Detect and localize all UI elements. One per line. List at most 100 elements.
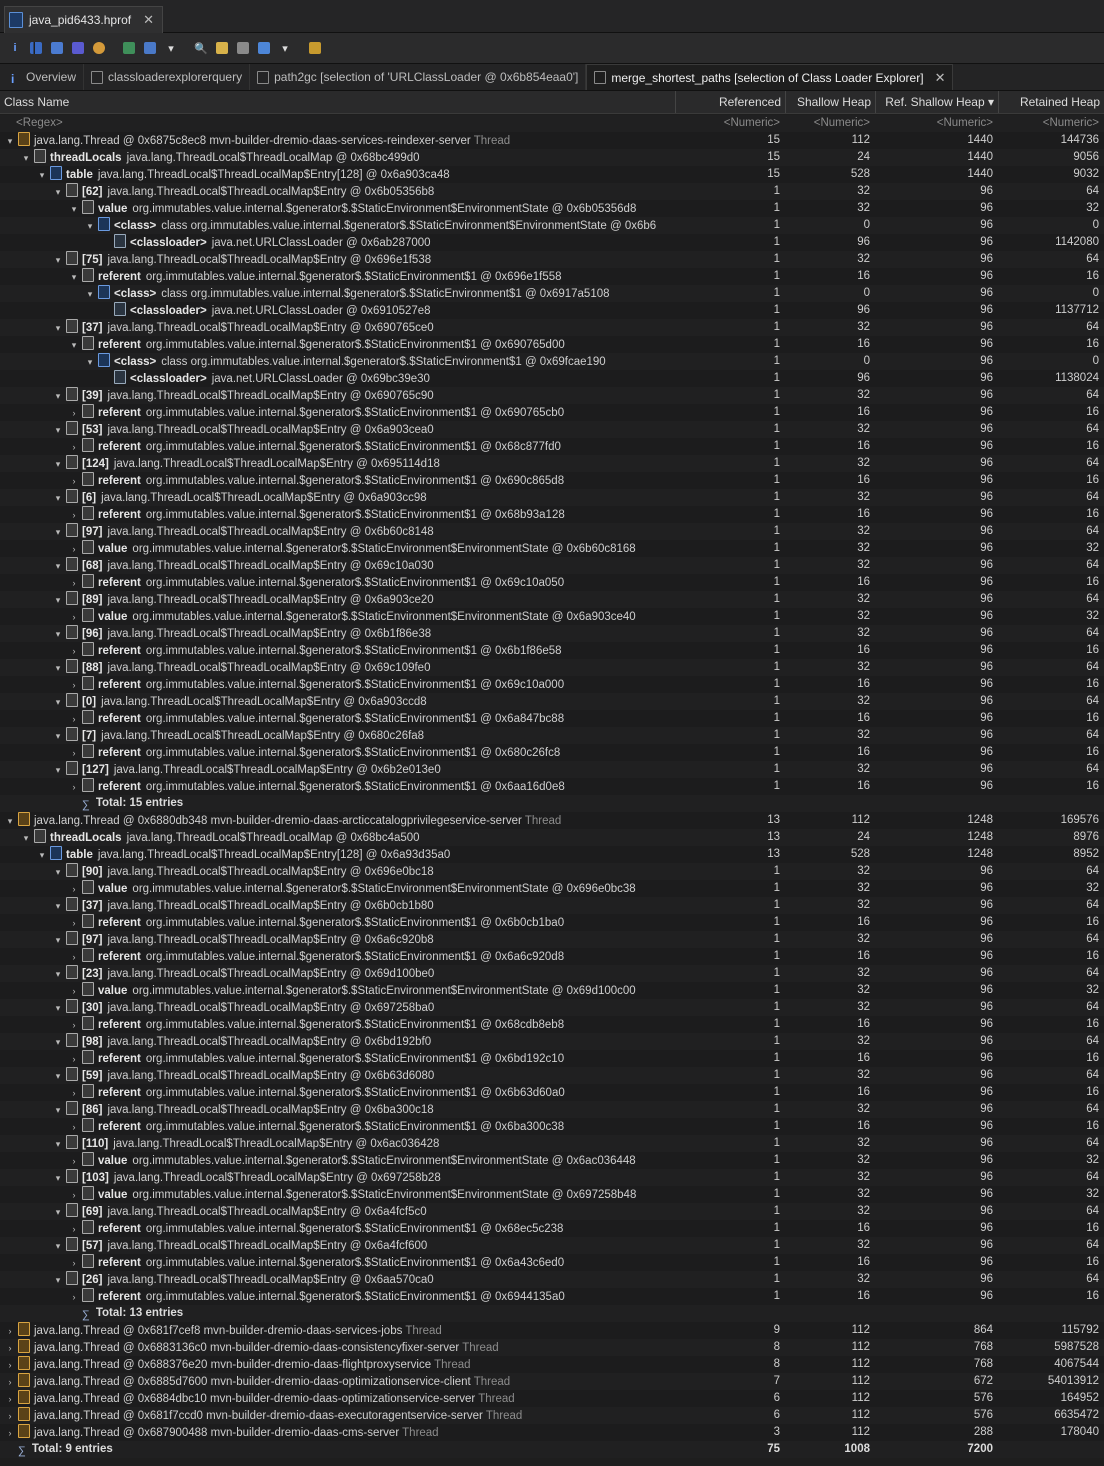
histogram-icon[interactable] (27, 39, 45, 57)
expand-down-icon[interactable]: ▾ (52, 728, 64, 744)
expand-down-icon[interactable]: ▾ (52, 1000, 64, 1016)
tree-row[interactable]: ▾ <class> class org.immutables.value.inter… (0, 217, 1104, 234)
tree-row[interactable]: ▾ [30] java.lang.ThreadLocal$ThreadLocalMa… (0, 999, 1104, 1016)
column-ref-shallow-heap[interactable]: Ref. Shallow Heap ▾ (875, 91, 998, 113)
tree-row[interactable]: › referent org.immutables.value.internal.$… (0, 1016, 1104, 1033)
tree-row[interactable]: ▾ [59] java.lang.ThreadLocal$ThreadLocalMa… (0, 1067, 1104, 1084)
tree-row[interactable]: › value org.immutables.value.internal.$gen… (0, 608, 1104, 625)
expand-down-icon[interactable]: ▾ (52, 762, 64, 778)
filter-row[interactable]: <Regex> <Numeric> <Numeric> <Numeric> <Numer… (0, 115, 1104, 132)
tree-row[interactable]: ▾ [26] java.lang.ThreadLocal$ThreadLocalMa… (0, 1271, 1104, 1288)
tree-row[interactable]: › java.lang.Thread @ 0x687900488 mvn-buil… (0, 1424, 1104, 1441)
expand-down-icon[interactable]: ▾ (52, 1204, 64, 1220)
tree-row[interactable]: › value org.immutables.value.internal.$gen… (0, 540, 1104, 557)
tree-row[interactable]: › java.lang.Thread @ 0x688376e20 mvn-buil… (0, 1356, 1104, 1373)
expand-down-icon[interactable]: ▾ (36, 847, 48, 863)
expand-right-icon[interactable]: › (68, 1051, 80, 1067)
tree-row[interactable]: › java.lang.Thread @ 0x681f7ccd0 mvn-buil… (0, 1407, 1104, 1424)
expand-down-icon[interactable]: ▾ (52, 490, 64, 506)
expand-down-icon[interactable]: ▾ (52, 252, 64, 268)
expand-down-icon[interactable]: ▾ (52, 592, 64, 608)
expand-down-icon[interactable]: ▾ (52, 694, 64, 710)
tree-row[interactable]: ▾ [127] java.lang.ThreadLocal$ThreadLocalM… (0, 761, 1104, 778)
tree-row[interactable]: › referent org.immutables.value.internal.$… (0, 1118, 1104, 1135)
expand-right-icon[interactable]: › (68, 949, 80, 965)
total-row[interactable]: ∑ Total: 13 entries (0, 1305, 1104, 1322)
tab-overview[interactable]: i Overview (4, 64, 85, 90)
editor-tab-hprof[interactable]: java_pid6433.hprof ✕ (4, 6, 163, 33)
expand-down-icon[interactable]: ▾ (84, 218, 96, 234)
tree-row[interactable]: ▾ [96] java.lang.ThreadLocal$ThreadLocalMa… (0, 625, 1104, 642)
column-class-name[interactable]: Class Name (0, 91, 675, 113)
tree-row[interactable]: ▾ threadLocals java.lang.ThreadLocal$Threa… (0, 149, 1104, 166)
expand-down-icon[interactable]: ▾ (68, 201, 80, 217)
tree-row[interactable]: › referent org.immutables.value.internal.$… (0, 744, 1104, 761)
tree-row[interactable]: ▾ table java.lang.ThreadLocal$ThreadLocalM… (0, 846, 1104, 863)
expand-right-icon[interactable]: › (68, 1221, 80, 1237)
tree-row[interactable]: › referent org.immutables.value.internal.$… (0, 1288, 1104, 1305)
tab-merge-shortest-paths[interactable]: merge_shortest_paths [selection of Class… (586, 64, 954, 90)
expand-down-icon[interactable]: ▾ (84, 286, 96, 302)
expand-down-icon[interactable]: ▾ (36, 167, 48, 183)
expand-right-icon[interactable]: › (68, 1255, 80, 1271)
tree-row[interactable]: ▾ [6] java.lang.ThreadLocal$ThreadLocalMap… (0, 489, 1104, 506)
tree-row[interactable]: › java.lang.Thread @ 0x681f7cef8 mvn-buil… (0, 1322, 1104, 1339)
tree-row[interactable]: ▾ <class> class org.immutables.value.inter… (0, 353, 1104, 370)
expand-down-icon[interactable]: ▾ (4, 813, 16, 829)
tree-row[interactable]: › referent org.immutables.value.internal.$… (0, 1050, 1104, 1067)
expand-down-icon[interactable]: ▾ (52, 1170, 64, 1186)
tab-path2gc[interactable]: path2gc [selection of 'URLClassLoader @ … (250, 64, 587, 90)
tree-row[interactable]: › value org.immutables.value.internal.$gen… (0, 982, 1104, 999)
expand-right-icon[interactable]: › (68, 643, 80, 659)
tree-row[interactable]: ▾ [23] java.lang.ThreadLocal$ThreadLocalMa… (0, 965, 1104, 982)
tree-row[interactable]: › java.lang.Thread @ 0x6884dbc10 mvn-buil… (0, 1390, 1104, 1407)
tree-row[interactable]: ▾ [0] java.lang.ThreadLocal$ThreadLocalMap… (0, 693, 1104, 710)
tree-row[interactable]: ▾ referent org.immutables.value.internal.$… (0, 336, 1104, 353)
tree-row[interactable]: › value org.immutables.value.internal.$gen… (0, 880, 1104, 897)
expand-right-icon[interactable]: › (68, 677, 80, 693)
expand-down-icon[interactable]: ▾ (84, 354, 96, 370)
tree-row[interactable]: › referent org.immutables.value.internal.$… (0, 1220, 1104, 1237)
expand-right-icon[interactable]: › (68, 1119, 80, 1135)
expand-right-icon[interactable]: › (4, 1323, 16, 1339)
tree-row[interactable]: › referent org.immutables.value.internal.$… (0, 438, 1104, 455)
tree-row[interactable]: › referent org.immutables.value.internal.$… (0, 1084, 1104, 1101)
tree-row[interactable]: ▾ [39] java.lang.ThreadLocal$ThreadLocalMa… (0, 387, 1104, 404)
expand-right-icon[interactable]: › (68, 779, 80, 795)
tree-row[interactable]: › java.lang.Thread @ 0x6885d7600 mvn-buil… (0, 1373, 1104, 1390)
expand-right-icon[interactable]: › (68, 1153, 80, 1169)
expand-down-icon[interactable]: ▾ (52, 558, 64, 574)
info-icon[interactable]: i (6, 39, 24, 57)
expand-right-icon[interactable]: › (68, 473, 80, 489)
tree-row[interactable]: › referent org.immutables.value.internal.$… (0, 642, 1104, 659)
search-icon[interactable]: 🔍 (192, 39, 210, 57)
pin-icon[interactable] (306, 39, 324, 57)
thread-overview-icon[interactable] (90, 39, 108, 57)
export-icon[interactable] (255, 39, 273, 57)
expand-down-icon[interactable]: ▾ (4, 133, 16, 149)
tree-row[interactable]: ▾ [90] java.lang.ThreadLocal$ThreadLocalMa… (0, 863, 1104, 880)
tree-row[interactable]: › referent org.immutables.value.internal.$… (0, 914, 1104, 931)
expand-down-icon[interactable]: ▾ (52, 864, 64, 880)
expand-down-icon[interactable]: ▾ (52, 1068, 64, 1084)
expand-down-icon[interactable]: ▾ (68, 269, 80, 285)
expand-down-icon[interactable]: ▾ (52, 388, 64, 404)
total-row[interactable]: ∑ Total: 9 entries 75 1008 7200 (0, 1441, 1104, 1458)
expand-down-icon[interactable]: ▾ (52, 422, 64, 438)
tree-row[interactable]: ▾ [98] java.lang.ThreadLocal$ThreadLocalMa… (0, 1033, 1104, 1050)
expand-down-icon[interactable]: ▾ (52, 1272, 64, 1288)
expand-down-icon[interactable]: ▾ (52, 1136, 64, 1152)
expand-down-icon[interactable]: ▾ (52, 660, 64, 676)
tree-row[interactable]: <classloader> java.net.URLClassLoader @ 0… (0, 302, 1104, 319)
tree-row[interactable]: ▾ [86] java.lang.ThreadLocal$ThreadLocalMa… (0, 1101, 1104, 1118)
tree-row[interactable]: ▾ [37] java.lang.ThreadLocal$ThreadLocalMa… (0, 897, 1104, 914)
expand-right-icon[interactable]: › (68, 1187, 80, 1203)
expand-down-icon[interactable]: ▾ (52, 1034, 64, 1050)
total-row[interactable]: ∑ Total: 15 entries (0, 795, 1104, 812)
tree-row[interactable]: ▾ [7] java.lang.ThreadLocal$ThreadLocalMap… (0, 727, 1104, 744)
expand-down-icon[interactable]: ▾ (68, 337, 80, 353)
tree-row[interactable]: ▾ java.lang.Thread @ 0x6880db348 mvn-buil… (0, 812, 1104, 829)
tree-row[interactable]: › value org.immutables.value.internal.$gen… (0, 1186, 1104, 1203)
tree-row[interactable]: › java.lang.Thread @ 0x6883136c0 mvn-buil… (0, 1339, 1104, 1356)
dominator-tree-icon[interactable] (48, 39, 66, 57)
